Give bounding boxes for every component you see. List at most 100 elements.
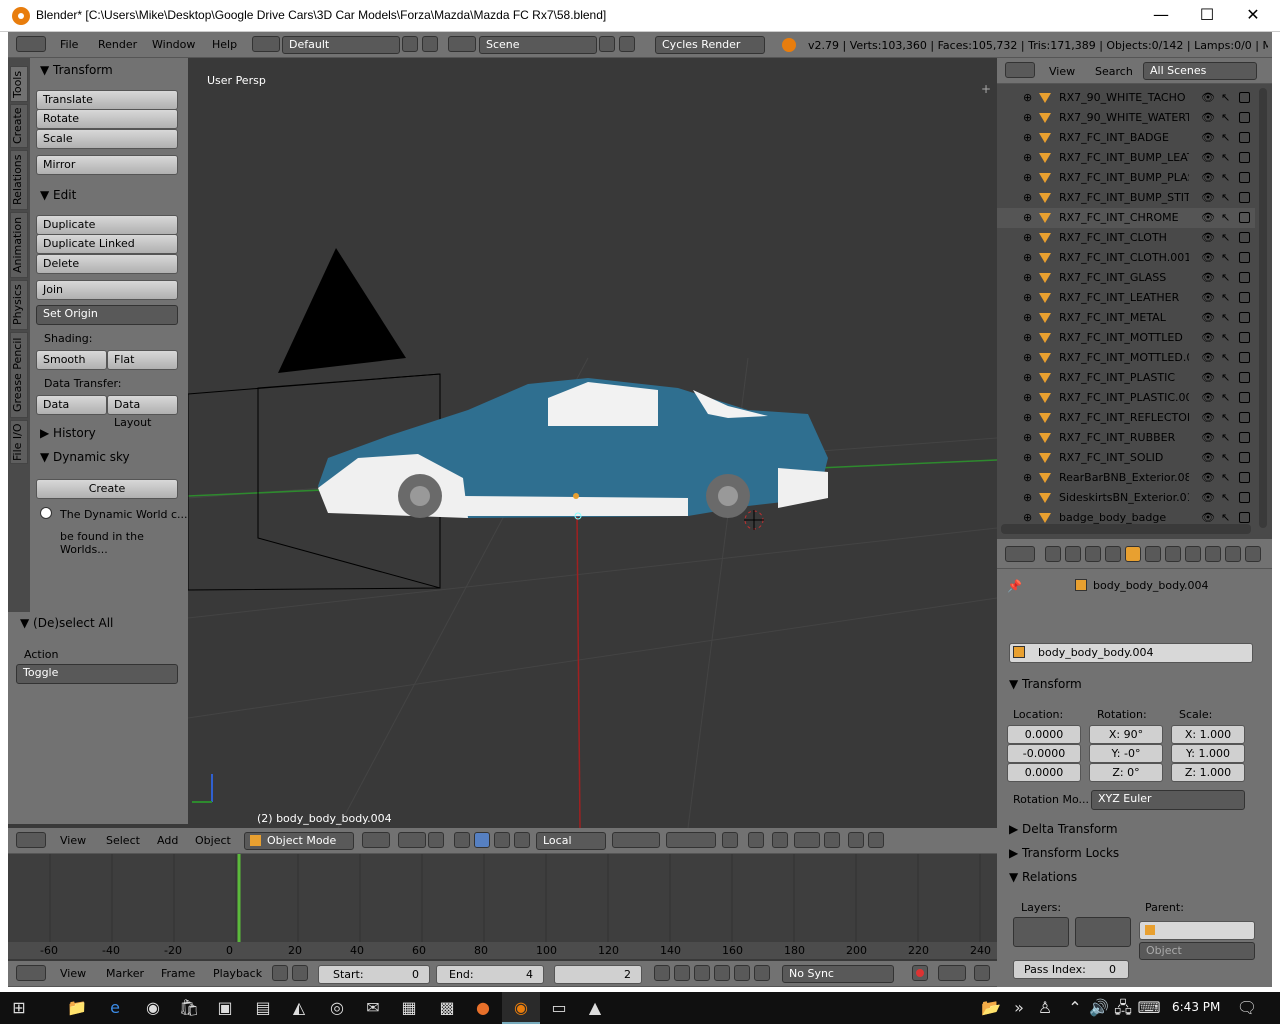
selectable-arrow-icon[interactable]: ↖ [1221, 148, 1230, 168]
constraints-tab-icon[interactable] [1145, 546, 1161, 562]
delete-button[interactable]: Delete [36, 254, 178, 274]
join-button[interactable]: Join [36, 280, 178, 300]
outliner-row[interactable]: ⊕ RX7_FC_INT_CLOTH 👁 ↖ [997, 228, 1255, 248]
layers-grid-icon[interactable] [612, 832, 660, 848]
visibility-eye-icon[interactable]: 👁 [1201, 148, 1215, 168]
scale-button[interactable]: Scale [36, 129, 178, 149]
outliner-row[interactable]: ⊕ RX7_90_WHITE_TACHO 👁 ↖ [997, 88, 1255, 108]
outliner-hscrollbar[interactable] [1001, 524, 1251, 534]
renderable-camera-icon[interactable] [1239, 212, 1250, 223]
outliner-item-label[interactable]: RX7_FC_INT_METAL [1059, 308, 1189, 328]
outliner-row[interactable]: ⊕ RX7_FC_INT_RUBBER 👁 ↖ [997, 428, 1255, 448]
parent-type-select[interactable]: Object [1139, 942, 1255, 960]
visibility-eye-icon[interactable]: 👁 [1201, 488, 1215, 508]
blender-taskbar-icon[interactable]: ◉ [502, 992, 540, 1024]
clock[interactable]: 6:43 PM [1172, 1000, 1220, 1014]
outliner-scenes-select[interactable]: All Scenes [1143, 62, 1257, 80]
outliner-row[interactable]: ⊕ RX7_FC_INT_LEATHER 👁 ↖ [997, 288, 1255, 308]
app-icon-2[interactable]: ▤ [244, 992, 282, 1024]
outliner-row[interactable]: ⊕ RX7_FC_INT_METAL 👁 ↖ [997, 308, 1255, 328]
sync-select[interactable]: No Sync [782, 965, 894, 983]
selectable-arrow-icon[interactable]: ↖ [1221, 468, 1230, 488]
orientation-select[interactable]: Local [536, 832, 606, 850]
parent-field[interactable] [1139, 921, 1255, 940]
renderable-camera-icon[interactable] [1239, 192, 1250, 203]
dynamic-sky-panel-header[interactable]: ▼ Dynamic sky [40, 450, 130, 464]
renderable-camera-icon[interactable] [1239, 392, 1250, 403]
outliner-row[interactable]: ⊕ RX7_FC_INT_GLASS 👁 ↖ [997, 268, 1255, 288]
visibility-eye-icon[interactable]: 👁 [1201, 308, 1215, 328]
selectable-arrow-icon[interactable]: ↖ [1221, 248, 1230, 268]
steam-icon[interactable]: ◉ [134, 992, 172, 1024]
expand-icon[interactable]: ⊕ [1023, 448, 1032, 468]
rotation-z-field[interactable]: Z: 0° [1089, 763, 1163, 782]
expand-icon[interactable]: ⊕ [1023, 168, 1032, 188]
expand-icon[interactable]: ⊕ [1023, 368, 1032, 388]
selectable-arrow-icon[interactable]: ↖ [1221, 448, 1230, 468]
selectable-arrow-icon[interactable]: ↖ [1221, 488, 1230, 508]
prev-keyframe-icon[interactable] [674, 965, 690, 981]
selectable-arrow-icon[interactable]: ↖ [1221, 168, 1230, 188]
scale-z-field[interactable]: Z: 1.000 [1171, 763, 1245, 782]
app-icon-4[interactable]: ◎ [318, 992, 356, 1024]
selectable-arrow-icon[interactable]: ↖ [1221, 328, 1230, 348]
minimize-button[interactable]: — [1138, 0, 1184, 32]
expand-icon[interactable]: ⊕ [1023, 428, 1032, 448]
renderable-camera-icon[interactable] [1239, 272, 1250, 283]
play-reverse-icon[interactable] [694, 965, 710, 981]
scale-y-field[interactable]: Y: 1.000 [1171, 744, 1245, 763]
edge-icon[interactable]: e [96, 992, 134, 1024]
renderable-camera-icon[interactable] [1239, 412, 1250, 423]
object-name-field[interactable]: body_body_body.004 [1009, 643, 1253, 663]
selectable-arrow-icon[interactable]: ↖ [1221, 188, 1230, 208]
expand-icon[interactable]: ⊕ [1023, 408, 1032, 428]
selectable-arrow-icon[interactable]: ↖ [1221, 288, 1230, 308]
visibility-eye-icon[interactable]: 👁 [1201, 468, 1215, 488]
scene-field[interactable]: Scene [479, 36, 597, 54]
add-layout-icon[interactable] [402, 36, 418, 52]
selectable-arrow-icon[interactable]: ↖ [1221, 368, 1230, 388]
duplicate-button[interactable]: Duplicate [36, 215, 178, 235]
visibility-eye-icon[interactable]: 👁 [1201, 188, 1215, 208]
outliner-item-label[interactable]: badge_body_badge [1059, 508, 1189, 524]
visibility-eye-icon[interactable]: 👁 [1201, 168, 1215, 188]
renderable-camera-icon[interactable] [1239, 232, 1250, 243]
outliner-row[interactable]: ⊕ RX7_FC_INT_SOLID 👁 ↖ [997, 448, 1255, 468]
visibility-eye-icon[interactable]: 👁 [1201, 408, 1215, 428]
renderable-camera-icon[interactable] [1239, 92, 1250, 103]
renderable-camera-icon[interactable] [1239, 372, 1250, 383]
outliner-item-label[interactable]: SideskirtsBN_Exterior.018 [1059, 488, 1189, 508]
renderable-camera-icon[interactable] [1239, 252, 1250, 263]
tab-physics[interactable]: Physics [10, 280, 28, 330]
close-button[interactable]: ✕ [1230, 0, 1276, 32]
rotation-y-field[interactable]: Y: -0° [1089, 744, 1163, 763]
selectable-arrow-icon[interactable]: ↖ [1221, 388, 1230, 408]
manipulator-icon[interactable] [428, 832, 444, 848]
operator-panel-header[interactable]: ▼ (De)select All [20, 616, 113, 630]
end-frame-field[interactable]: End: 4 [436, 965, 544, 984]
expand-icon[interactable]: ⊕ [1023, 468, 1032, 488]
keying-icon[interactable] [272, 965, 288, 981]
renderable-camera-icon[interactable] [1239, 312, 1250, 323]
smooth-button[interactable]: Smooth [36, 350, 107, 370]
expand-icon[interactable]: ⊕ [1023, 328, 1032, 348]
remove-scene-icon[interactable] [619, 36, 635, 52]
outliner-item-label[interactable]: RearBarBNB_Exterior.080 [1059, 468, 1189, 488]
outliner-item-label[interactable]: RX7_FC_INT_REFLECTOR [1059, 408, 1189, 428]
visibility-eye-icon[interactable]: 👁 [1201, 228, 1215, 248]
3d-viewport[interactable]: User Persp (2) body_body_body.004 + [188, 58, 997, 828]
expand-icon[interactable]: ⊕ [1023, 488, 1032, 508]
visibility-eye-icon[interactable]: 👁 [1201, 508, 1215, 524]
next-keyframe-icon[interactable] [734, 965, 750, 981]
outliner-item-label[interactable]: RX7_FC_INT_RUBBER [1059, 428, 1189, 448]
timeline-menu-playback[interactable]: Playback [213, 967, 262, 980]
create-sky-button[interactable]: Create [36, 479, 178, 499]
remove-layout-icon[interactable] [422, 36, 438, 52]
photos-icon[interactable]: ▲ [576, 992, 614, 1024]
keying-set-icon[interactable] [974, 965, 990, 981]
start-icon[interactable]: ⊞ [0, 992, 38, 1024]
scale-x-field[interactable]: X: 1.000 [1171, 725, 1245, 744]
renderable-camera-icon[interactable] [1239, 472, 1250, 483]
tab-create[interactable]: Create [10, 104, 28, 148]
outliner-item-label[interactable]: RX7_FC_INT_LEATHER [1059, 288, 1189, 308]
